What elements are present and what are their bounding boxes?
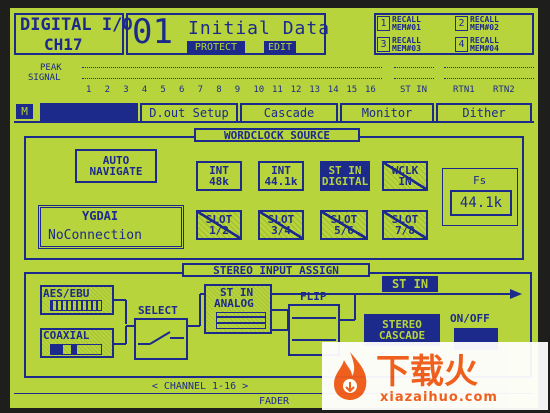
watermark-brand: 下载火: [376, 352, 478, 392]
channel-number: 13: [309, 85, 321, 95]
channel-number: 15: [346, 85, 358, 95]
coaxial-label: COAXIAL: [43, 329, 90, 342]
rca-connector-icon: [50, 344, 102, 355]
analog-jack-icon: [216, 312, 266, 329]
channel-number: 16: [365, 85, 376, 95]
st-in-analog-line2: ANALOG: [214, 297, 254, 310]
watermark-logo: 下载火 xiazaihuo.com: [322, 342, 548, 410]
xlr-connector-icon: [50, 300, 102, 311]
channel-number: 14: [327, 85, 339, 95]
channel-number: 11: [272, 85, 283, 95]
watermark-flame-icon: [330, 350, 370, 402]
watermark-url: xiazaihuo.com: [380, 390, 498, 405]
channel-range-indicator: < CHANNEL 1-16 >: [151, 380, 249, 392]
switch-icon: [138, 331, 184, 345]
flip-label: FLIP: [300, 290, 327, 303]
channel-number: 8: [216, 85, 222, 95]
aes-ebu-label: AES/EBU: [43, 287, 90, 300]
channel-number: 9: [234, 85, 241, 95]
channel-number: 1: [86, 85, 92, 95]
channel-number: 10: [253, 85, 265, 95]
channel-number: 12: [290, 85, 302, 95]
stereo-cascade-line2: CASCADE: [378, 329, 426, 342]
channel-number: 5: [160, 85, 166, 95]
channel-number: 2: [104, 85, 111, 95]
select-switch[interactable]: [134, 318, 188, 360]
channel-number: 4: [141, 85, 148, 95]
select-label: SELECT: [138, 304, 178, 317]
st-in-destination: ST IN: [382, 276, 438, 292]
on-off-label: ON/OFF: [450, 312, 490, 325]
channel-number: 6: [179, 85, 185, 95]
channel-number: 7: [197, 85, 204, 95]
channel-number: 3: [123, 85, 129, 95]
